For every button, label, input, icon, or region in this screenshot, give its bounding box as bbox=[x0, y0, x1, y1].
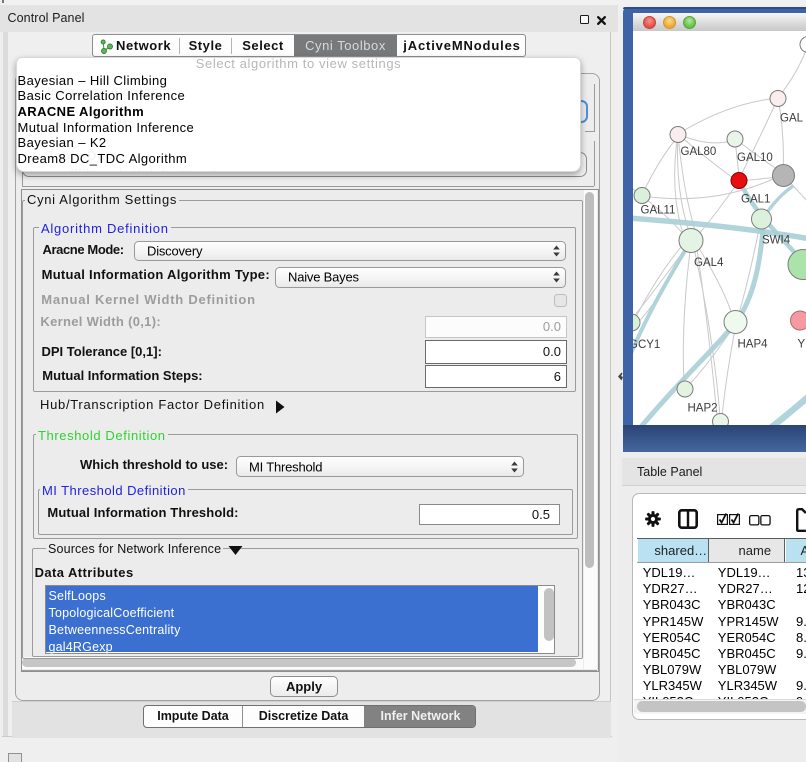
svg-text:HAP2: HAP2 bbox=[688, 403, 718, 415]
svg-text:GAL10: GAL10 bbox=[737, 152, 773, 164]
svg-text:HAP4: HAP4 bbox=[738, 339, 769, 351]
svg-text:GCY1: GCY1 bbox=[633, 339, 660, 351]
svg-text:GAL1: GAL1 bbox=[741, 194, 770, 206]
svg-text:GAL80: GAL80 bbox=[681, 146, 717, 158]
svg-text:SWI4: SWI4 bbox=[762, 235, 791, 247]
svg-text:GAL11: GAL11 bbox=[641, 205, 676, 217]
svg-text:GAL4: GAL4 bbox=[694, 257, 724, 269]
svg-text:Y: Y bbox=[798, 339, 806, 351]
svg-text:GAL: GAL bbox=[780, 113, 804, 125]
